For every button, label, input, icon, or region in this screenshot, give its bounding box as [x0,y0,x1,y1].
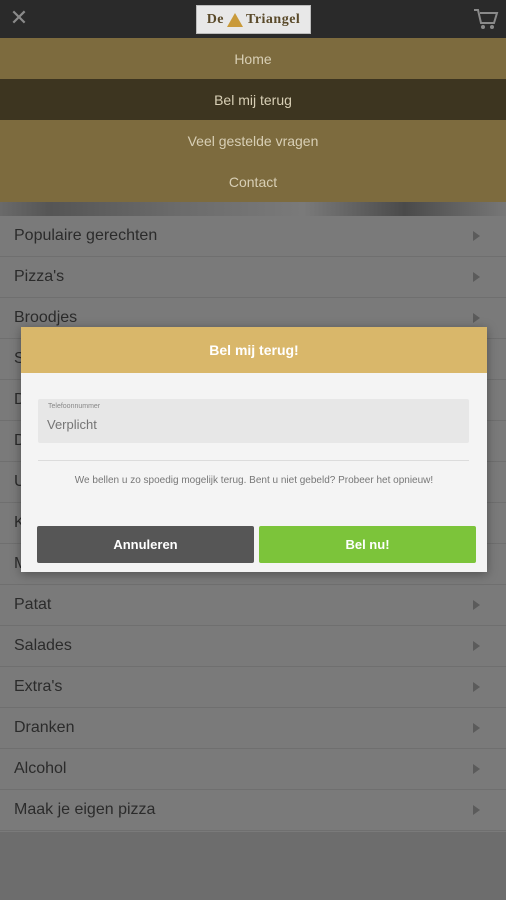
list-item-label: Extra's [14,678,63,695]
list-item-label: Patat [14,596,52,613]
list-item[interactable]: Maak je eigen pizza [0,790,506,831]
phone-input[interactable] [47,413,447,435]
logo-text-left: De [206,11,225,27]
logo-text-right: Triangel [246,11,301,27]
nav-item-label: Bel mij terug [214,91,292,108]
list-item[interactable]: Salades [0,626,506,667]
nav-item-label: Home [234,50,272,67]
list-item[interactable]: Alcohol [0,749,506,790]
chevron-right-icon [473,641,480,651]
list-item[interactable]: Dranken [0,708,506,749]
phone-field[interactable]: Telefoonnummer [38,399,469,443]
chevron-right-icon [473,313,480,323]
close-icon[interactable]: ✕ [8,8,30,30]
list-item[interactable]: Extra's [0,667,506,708]
call-now-button[interactable]: Bel nu! [259,526,476,563]
nav-dropdown: Home Bel mij terug Veel gestelde vragen … [0,38,506,202]
list-item[interactable]: Populaire gerechten [0,216,506,257]
list-item-label: Dranken [14,719,75,736]
phone-field-label: Telefoonnummer [48,403,101,410]
list-item-label: Populaire gerechten [14,227,158,244]
chevron-right-icon [473,723,480,733]
cancel-button[interactable]: Annuleren [37,526,254,563]
logo-triangle-icon [227,12,244,27]
list-item-label: Salades [14,637,72,654]
chevron-right-icon [473,600,480,610]
app-header: ✕ De Triangel [0,0,506,38]
divider [38,460,469,461]
dialog-message: We bellen u zo spoedig mogelijk terug. B… [74,475,434,486]
callback-dialog: Bel mij terug! Telefoonnummer We bellen … [21,327,487,572]
nav-item-contact[interactable]: Contact [0,161,506,202]
list-item[interactable]: Pizza's [0,257,506,298]
list-item-label: Broodjes [14,309,78,326]
nav-item-label: Veel gestelde vragen [187,132,319,149]
chevron-right-icon [473,272,480,282]
chevron-right-icon [473,805,480,815]
list-item-label: Pizza's [14,268,65,285]
chevron-right-icon [473,682,480,692]
nav-item-label: Contact [228,173,278,190]
chevron-right-icon [473,764,480,774]
page-footer-area [0,832,506,900]
list-item[interactable]: Patat [0,585,506,626]
nav-item-bel-mij-terug[interactable]: Bel mij terug [0,79,506,120]
chevron-right-icon [473,231,480,241]
dialog-title: Bel mij terug! [21,327,487,373]
nav-item-home[interactable]: Home [0,38,506,79]
list-item-label: Maak je eigen pizza [14,801,156,818]
list-item-label: Alcohol [14,760,67,777]
logo: De Triangel [196,5,311,34]
nav-item-faq[interactable]: Veel gestelde vragen [0,120,506,161]
cart-icon[interactable] [472,5,500,33]
hero-image [0,202,506,216]
